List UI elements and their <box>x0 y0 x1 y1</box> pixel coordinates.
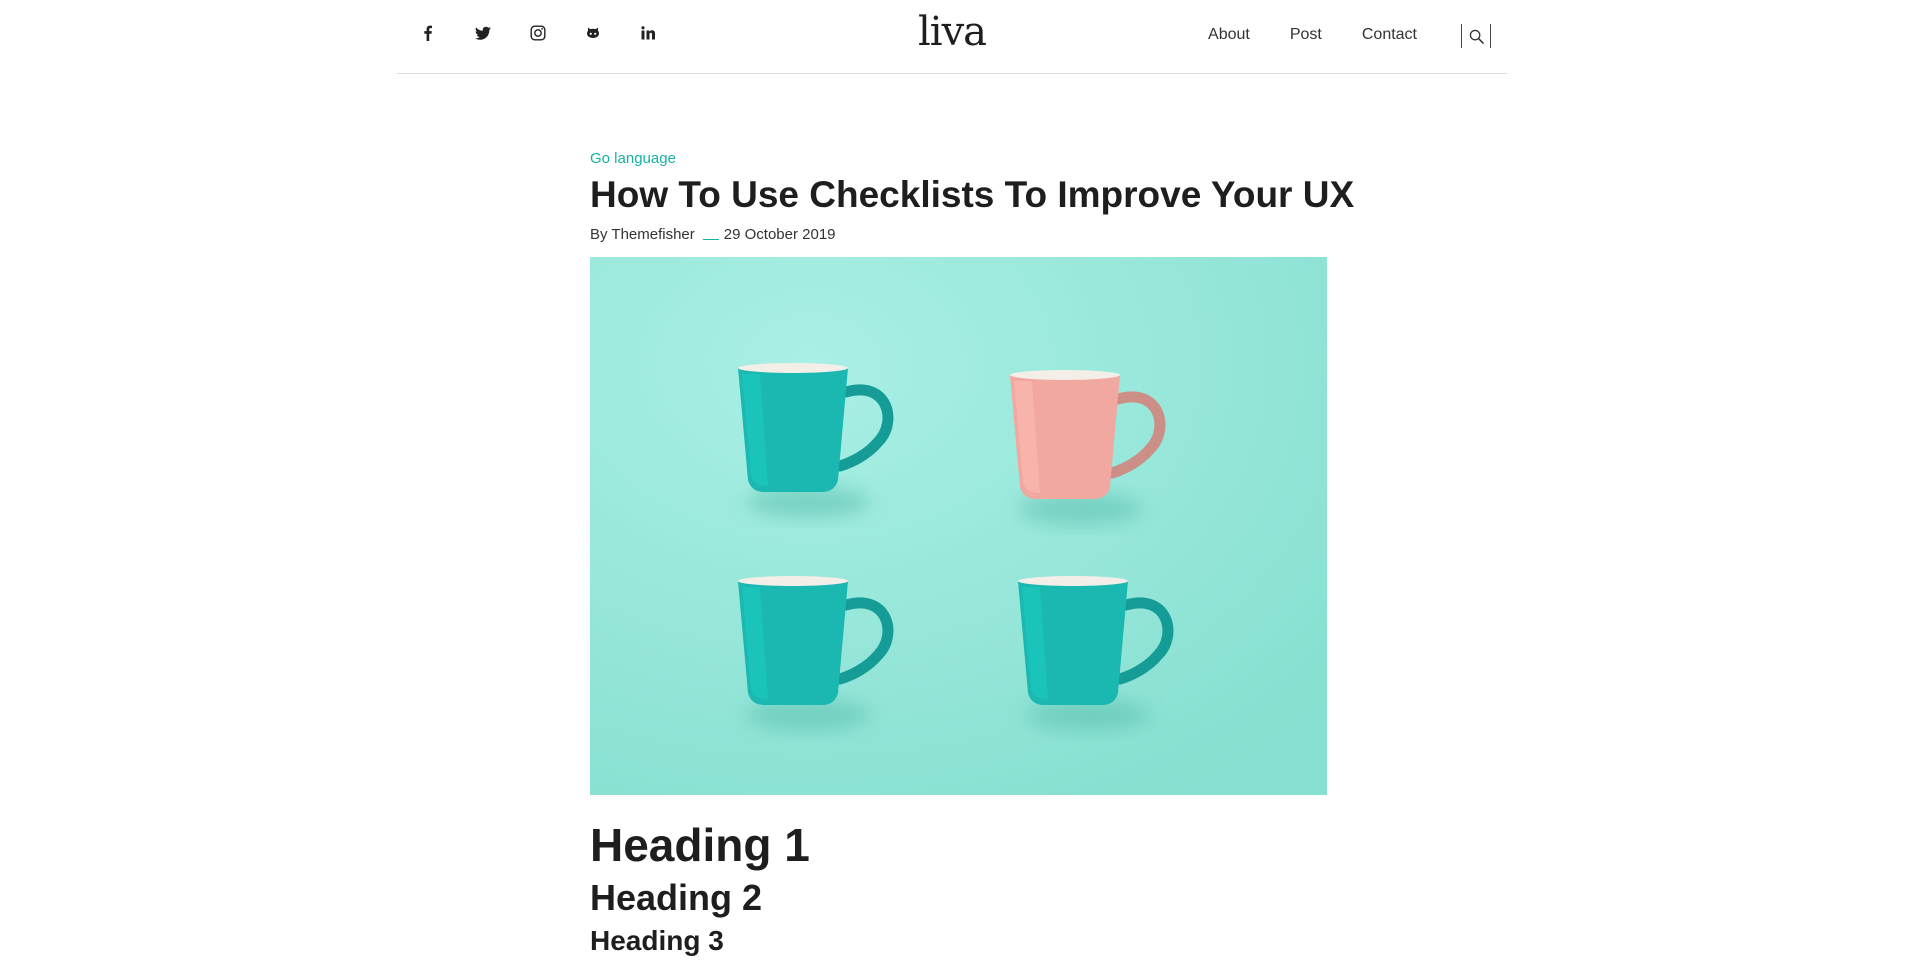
linkedin-link[interactable] <box>637 22 659 44</box>
search-button[interactable] <box>1461 24 1491 48</box>
image-background <box>590 257 1327 795</box>
nav-item-about[interactable]: About <box>1208 26 1250 44</box>
category-link[interactable]: Go language <box>590 150 676 168</box>
instagram-link[interactable] <box>527 22 549 44</box>
heading-3: Heading 3 <box>590 925 724 956</box>
featured-image <box>590 257 1327 795</box>
heading-1: Heading 1 <box>590 819 810 871</box>
meta-divider <box>702 238 719 240</box>
article-date: 29 October 2019 <box>723 225 836 243</box>
article-author: By Themefisher <box>590 225 695 243</box>
article-meta: By Themefisher 29 October 2019 <box>590 225 1327 243</box>
nav-item-contact[interactable]: Contact <box>1362 26 1417 44</box>
twitter-link[interactable] <box>472 22 494 44</box>
site-header: liva About Post Contact <box>397 0 1507 74</box>
linkedin-icon <box>641 26 655 40</box>
nav-item-post[interactable]: Post <box>1290 26 1322 44</box>
search-icon <box>1469 29 1484 44</box>
facebook-icon <box>424 25 432 41</box>
twitter-icon <box>475 26 491 40</box>
site-logo[interactable]: liva <box>918 12 987 52</box>
article-title: How To Use Checklists To Improve Your UX <box>590 174 1355 215</box>
github-icon <box>587 27 599 38</box>
instagram-icon <box>530 25 546 41</box>
main-nav: About Post Contact <box>1208 26 1417 44</box>
heading-2: Heading 2 <box>590 877 763 918</box>
article: Go language How To Use Checklists To Imp… <box>590 150 1355 959</box>
github-link[interactable] <box>582 22 604 44</box>
facebook-link[interactable] <box>417 22 439 44</box>
social-links <box>417 22 692 44</box>
